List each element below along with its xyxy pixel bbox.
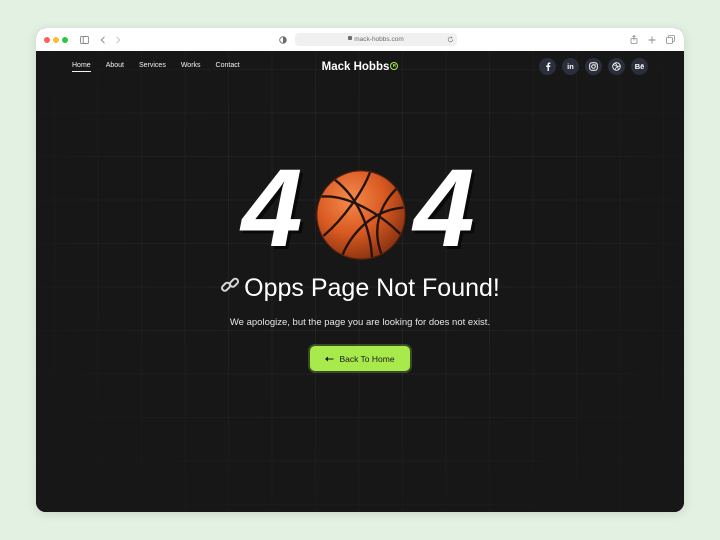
brand-name: Mack Hobbs [321, 61, 390, 73]
error-code: 4 4 [36, 147, 684, 270]
back-arrow-icon[interactable] [100, 33, 106, 46]
minimize-window-button[interactable] [53, 37, 59, 43]
error-digit-left: 4 [241, 147, 303, 270]
sidebar-toggle-icon[interactable] [80, 33, 89, 46]
maximize-window-button[interactable] [62, 37, 68, 43]
back-to-home-button[interactable]: Back To Home [310, 346, 410, 371]
behance-icon[interactable]: Bē [631, 58, 648, 75]
arrow-left-icon [325, 356, 334, 362]
instagram-icon[interactable] [585, 58, 602, 75]
tab-overview-icon[interactable] [666, 33, 675, 46]
linkedin-icon[interactable]: in [562, 58, 579, 75]
error-title: Opps Page Not Found! [36, 274, 684, 304]
lock-icon [348, 36, 353, 41]
error-title-text: Opps Page Not Found! [244, 274, 500, 302]
reload-icon[interactable] [447, 33, 454, 46]
error-message: We apologize, but the page you are looki… [229, 317, 491, 328]
basketball-icon [316, 170, 406, 260]
browser-window: mack-hobbs.com Home About Services Works… [36, 28, 684, 512]
forward-arrow-icon[interactable] [115, 33, 121, 46]
share-icon[interactable] [630, 33, 638, 46]
url-text: mack-hobbs.com [354, 36, 404, 43]
error-digit-right: 4 [413, 147, 475, 270]
broken-link-icon [220, 273, 240, 302]
page-body: Home About Services Works Contact Mack H… [36, 51, 684, 512]
address-bar[interactable]: mack-hobbs.com [295, 33, 457, 46]
social-links: in Bē [539, 58, 648, 75]
back-to-home-label: Back To Home [339, 353, 395, 364]
new-tab-icon[interactable] [648, 33, 656, 46]
dribbble-icon[interactable] [608, 58, 625, 75]
privacy-shield-icon[interactable] [279, 33, 287, 46]
browser-toolbar: mack-hobbs.com [36, 28, 684, 52]
facebook-icon[interactable] [539, 58, 556, 75]
registered-mark-icon: R [390, 62, 399, 70]
close-window-button[interactable] [44, 37, 50, 43]
